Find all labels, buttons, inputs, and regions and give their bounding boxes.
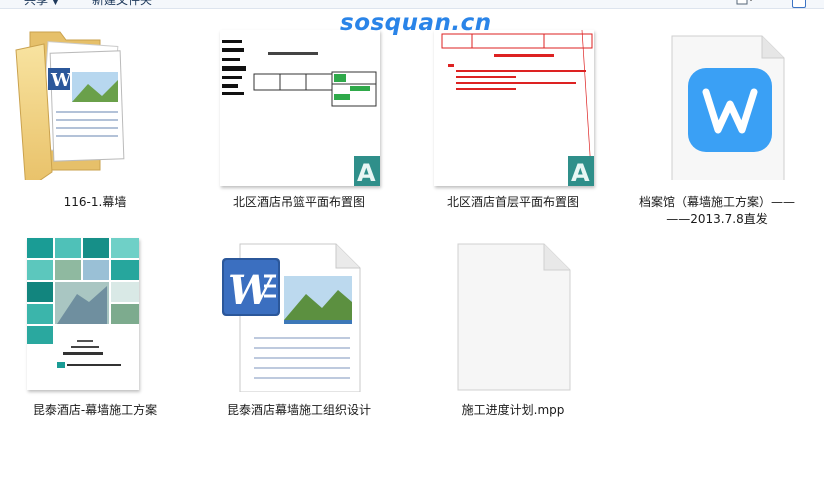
file-name: 北区酒店首层平面布置图 (446, 195, 579, 209)
file-name: 116-1.幕墙 (63, 195, 127, 209)
help-icon[interactable] (792, 0, 806, 8)
document-cover-thumbnail (0, 232, 190, 392)
file-name: 北区酒店吊篮平面布置图 (232, 195, 365, 209)
autocad-thumbnail: A (418, 20, 608, 186)
svg-text:A: A (571, 159, 590, 186)
share-menu-button[interactable]: 共享 ▼ (24, 0, 59, 8)
file-name: 档案馆（幕墙施工方案）—— ——2013.7.8直发 (622, 194, 812, 228)
svg-text:A: A (357, 159, 376, 186)
blank-file-icon (457, 243, 571, 391)
share-label: 共享 (24, 0, 49, 7)
svg-text:W: W (50, 70, 72, 91)
file-name: 昆泰酒店-幕墙施工方案 (32, 403, 158, 417)
svg-text:W: W (228, 267, 277, 314)
file-name-line1: 档案馆（幕墙施工方案）—— (638, 195, 795, 209)
file-name: 施工进度计划.mpp (461, 403, 565, 417)
wps-writer-icon (671, 35, 785, 180)
watermark-text: sosquan.cn (340, 10, 492, 36)
new-folder-button[interactable]: 新建文件夹 (92, 0, 152, 8)
chevron-down-icon: ▼ (52, 0, 59, 7)
autocad-badge-icon: A (568, 156, 594, 186)
autocad-badge-icon: A (354, 156, 380, 186)
file-name: 昆泰酒店幕墙施工组织设计 (226, 403, 371, 417)
word-document-icon: W (222, 243, 361, 392)
autocad-thumbnail: A (204, 20, 394, 186)
file-name-line2: ——2013.7.8直发 (666, 212, 768, 226)
folder-word-icon: W (15, 31, 125, 180)
cover-image (27, 238, 139, 390)
change-view-icon[interactable] (736, 0, 752, 5)
command-bar: 共享 ▼ 新建文件夹 (0, 0, 824, 9)
